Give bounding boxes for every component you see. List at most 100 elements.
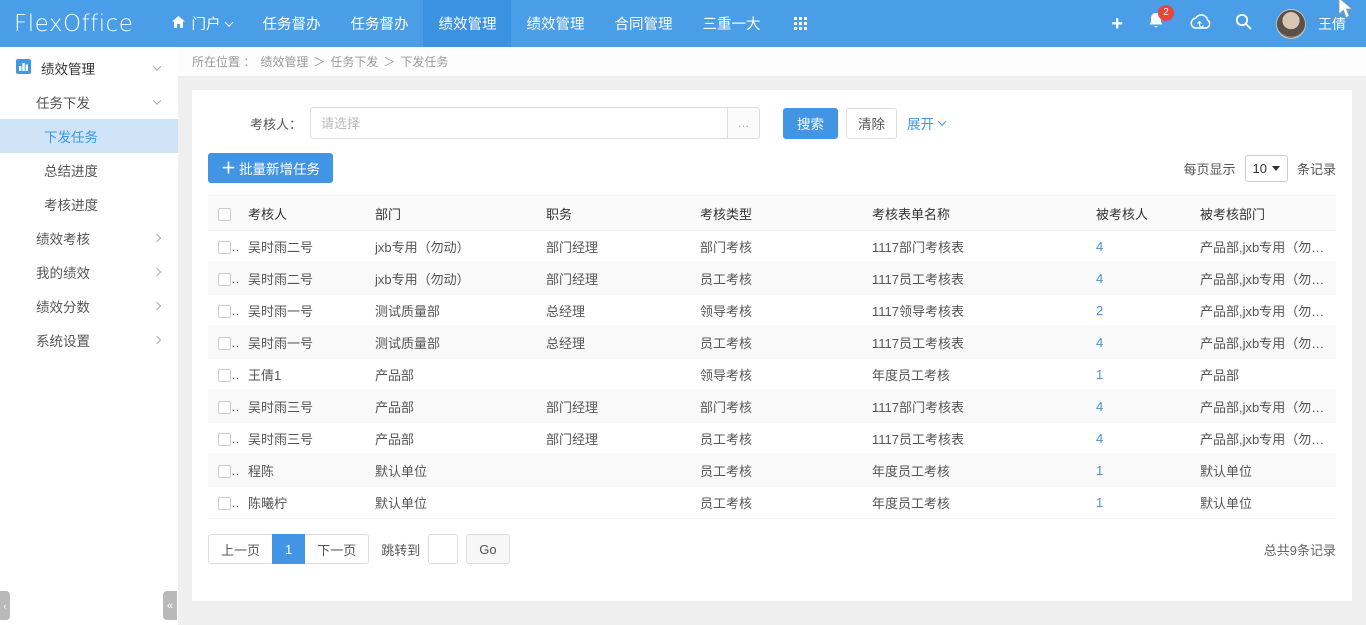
chevron-right-icon [153, 268, 161, 276]
search-icon [1235, 13, 1252, 35]
batch-add-task-button[interactable]: ＋批量新增任务 [208, 153, 333, 183]
cell-assessee-department: 产品部 [1190, 359, 1336, 391]
table-row: 吴时雨一号测试质量部总经理领导考核1117领导考核表2产品部,jxb专用（勿动） [208, 295, 1336, 327]
breadcrumb-item[interactable]: 绩效管理 [260, 53, 308, 70]
sidebar-collapse-handle[interactable]: « [163, 591, 177, 620]
caret-down-icon [1272, 166, 1280, 171]
sidebar-item-assessment-progress[interactable]: 考核进度 [0, 187, 178, 221]
row-checkbox[interactable] [218, 273, 231, 286]
row-checkbox[interactable] [218, 305, 231, 318]
sidebar-item-my-performance[interactable]: 我的绩效 [0, 255, 178, 289]
clear-button[interactable]: 清除 [846, 108, 897, 139]
nav-item-task-supervision-2[interactable]: 任务督办 [335, 0, 423, 47]
sidebar-item-system-settings[interactable]: 系统设置 [0, 323, 178, 357]
nav-item-label: 绩效管理 [526, 13, 584, 34]
assessor-select-input[interactable] [310, 107, 728, 139]
nav-item-task-supervision-1[interactable]: 任务督办 [247, 0, 335, 47]
cell-assess-type: 领导考核 [690, 359, 862, 391]
per-page-control: 每页显示 10 条记录 [1184, 155, 1337, 182]
topbar-actions: + 2 王倩 [1111, 9, 1366, 39]
row-checkbox[interactable] [218, 337, 231, 350]
row-checkbox[interactable] [218, 401, 231, 414]
chevron-right-icon [153, 302, 161, 310]
cell-assessee-department: 默认单位 [1190, 487, 1336, 519]
cell-assessor: 吴时雨一号 [238, 327, 365, 359]
breadcrumb-prefix: 所在位置 ： [192, 53, 255, 70]
cell-form-name: 1117领导考核表 [862, 295, 1086, 327]
sidebar-item-dispatch-task[interactable]: 下发任务 [0, 119, 178, 153]
sidebar-item-performance-assessment[interactable]: 绩效考核 [0, 221, 178, 255]
expand-filters-link[interactable]: 展开 [907, 113, 945, 133]
search-button-top[interactable] [1235, 13, 1252, 35]
cell-assessee-count[interactable]: 4 [1086, 391, 1190, 423]
per-page-suffix: 条记录 [1297, 159, 1336, 178]
sidebar-item-label: 系统设置 [36, 330, 90, 350]
cell-assessee-count[interactable]: 4 [1086, 423, 1190, 455]
row-checkbox-cell [208, 487, 238, 519]
cell-position: 部门经理 [536, 423, 690, 455]
row-checkbox[interactable] [218, 433, 231, 446]
search-submit-button[interactable]: 搜索 [783, 108, 838, 139]
cell-assessee-department: 产品部,jxb专用（勿动） [1190, 263, 1336, 295]
cell-position: 部门经理 [536, 231, 690, 263]
nav-item-performance-2[interactable]: 绩效管理 [511, 0, 599, 47]
cell-department: 产品部 [365, 423, 536, 455]
cell-assessee-department: 产品部,jxb专用（勿动） [1190, 295, 1336, 327]
cell-assessee-count[interactable]: 4 [1086, 263, 1190, 295]
nav-item-three-major[interactable]: 三重一大 [687, 0, 775, 47]
sidebar-item-task-dispatch[interactable]: 任务下发 [0, 85, 178, 119]
go-button[interactable]: Go [466, 534, 509, 564]
nav-item-portal[interactable]: 门户 [157, 0, 247, 47]
table-row: 吴时雨三号产品部部门经理员工考核1117员工考核表4产品部,jxb专用（勿动） [208, 423, 1336, 455]
chevron-right-icon [153, 336, 161, 344]
jump-to-label: 跳转到 [381, 540, 420, 559]
next-page-button[interactable]: 下一页 [304, 534, 369, 564]
row-checkbox-cell [208, 231, 238, 263]
row-checkbox[interactable] [218, 465, 231, 478]
breadcrumb: 所在位置 ： 绩效管理 ＞ 任务下发 ＞ 下发任务 [178, 47, 1366, 77]
header-assessor: 考核人 [238, 196, 365, 231]
nav-item-label: 绩效管理 [438, 13, 496, 34]
row-checkbox[interactable] [218, 369, 231, 382]
collapse-handle-left[interactable]: ‹ [0, 591, 10, 620]
sidebar-item-summary-progress[interactable]: 总结进度 [0, 153, 178, 187]
cell-assessee-count[interactable]: 4 [1086, 327, 1190, 359]
total-records-text: 总共9条记录 [1264, 540, 1336, 559]
row-checkbox[interactable] [218, 497, 231, 510]
app-grid-menu-button[interactable] [775, 0, 826, 47]
per-page-select[interactable]: 10 [1245, 155, 1288, 182]
user-avatar[interactable] [1276, 9, 1306, 39]
cell-assessee-count[interactable]: 2 [1086, 295, 1190, 327]
header-department: 部门 [365, 196, 536, 231]
jump-page-input[interactable] [428, 534, 458, 564]
user-name[interactable]: 王倩 [1318, 14, 1346, 34]
notifications-button[interactable]: 2 [1147, 12, 1165, 36]
assessor-input-group: … [310, 107, 760, 139]
cell-form-name: 1117员工考核表 [862, 423, 1086, 455]
sidebar-item-performance-mgmt[interactable]: 绩效管理 [0, 51, 178, 85]
breadcrumb-item[interactable]: 任务下发 [330, 53, 378, 70]
cell-assess-type: 员工考核 [690, 455, 862, 487]
add-new-button[interactable]: + [1111, 14, 1123, 34]
select-all-checkbox[interactable] [218, 208, 231, 221]
nav-item-contract[interactable]: 合同管理 [599, 0, 687, 47]
cell-assessee-count[interactable]: 4 [1086, 231, 1190, 263]
per-page-label: 每页显示 [1184, 159, 1236, 178]
nav-item-performance-active[interactable]: 绩效管理 [423, 0, 511, 47]
cell-assessee-count[interactable]: 1 [1086, 455, 1190, 487]
cell-form-name: 年度员工考核 [862, 359, 1086, 391]
sync-cloud-button[interactable] [1189, 13, 1211, 35]
nav-item-label: 任务督办 [262, 13, 320, 34]
sidebar-item-performance-score[interactable]: 绩效分数 [0, 289, 178, 323]
row-checkbox[interactable] [218, 241, 231, 254]
chevron-down-icon [938, 117, 946, 125]
cell-assessee-count[interactable]: 1 [1086, 487, 1190, 519]
page-1-button[interactable]: 1 [272, 534, 305, 564]
table-header-row: 考核人 部门 职务 考核类型 考核表单名称 被考核人 被考核部门 [208, 196, 1336, 231]
cell-position [536, 455, 690, 487]
cell-department: 产品部 [365, 391, 536, 423]
assessor-picker-button[interactable]: … [728, 107, 760, 139]
module-icon [16, 59, 31, 77]
prev-page-button[interactable]: 上一页 [208, 534, 273, 564]
cell-assessee-count[interactable]: 1 [1086, 359, 1190, 391]
